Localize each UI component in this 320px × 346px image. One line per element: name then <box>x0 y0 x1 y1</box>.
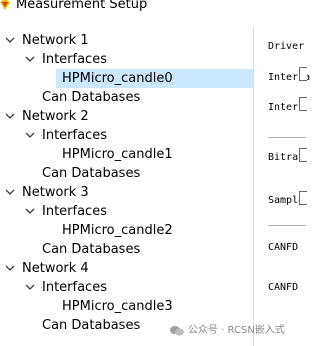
can-databases-label: Can Databases <box>42 166 141 181</box>
interface-label: HPMicro_candle1 <box>62 147 173 162</box>
chevron-down-icon[interactable] <box>24 202 40 221</box>
window-titlebar: Measurement Setup <box>0 0 306 16</box>
interfaces-label: Interfaces <box>42 280 107 295</box>
chevron-down-icon[interactable] <box>4 183 20 202</box>
window-title: Measurement Setup <box>16 0 148 12</box>
interface-label: HPMicro_candle3 <box>62 299 173 314</box>
separator <box>268 225 306 226</box>
can-databases-label: Can Databases <box>42 318 141 333</box>
chevron-down-icon[interactable] <box>4 107 20 126</box>
interface-label: HPMicro_candle0 <box>62 71 173 86</box>
chevron-down-icon[interactable] <box>24 50 40 69</box>
separator <box>268 137 306 138</box>
network-label: Network 2 <box>22 109 89 124</box>
driver-label: Driver <box>268 41 305 52</box>
bitrate-field[interactable] <box>299 148 307 162</box>
chat-bubble-icon <box>170 326 184 336</box>
sample-point-field[interactable] <box>299 191 307 205</box>
canfd-bitrate-label: CANFD <box>268 242 299 253</box>
network-tree[interactable]: Network 1 Interfaces HPMicro_candle0 Can… <box>0 27 253 346</box>
network-label: Network 3 <box>22 185 89 200</box>
canfd-sample-point-label: CANFD <box>268 282 299 293</box>
network-label: Network 1 <box>22 33 89 48</box>
interface-label: HPMicro_candle2 <box>62 223 173 238</box>
settings-panel: Driver Interfa Interf Bitrat Sample CANF… <box>254 27 310 346</box>
chevron-down-icon[interactable] <box>4 31 20 50</box>
interfaces-label: Interfaces <box>42 204 107 219</box>
network-label: Network 4 <box>22 261 89 276</box>
chevron-down-icon[interactable] <box>4 259 20 278</box>
interfaces-label: Interfaces <box>42 128 107 143</box>
interfaces-label: Interfaces <box>42 52 107 67</box>
app-icon <box>0 0 10 10</box>
can-databases-label: Can Databases <box>42 90 141 105</box>
chevron-down-icon[interactable] <box>24 126 40 145</box>
watermark-text: 公众号 · RCSN嵌入式 <box>188 325 285 336</box>
interface-dropdown[interactable] <box>299 67 307 81</box>
can-databases-label: Can Databases <box>42 242 141 257</box>
interface-dropdown[interactable] <box>299 97 307 111</box>
chevron-down-icon[interactable] <box>24 278 40 297</box>
